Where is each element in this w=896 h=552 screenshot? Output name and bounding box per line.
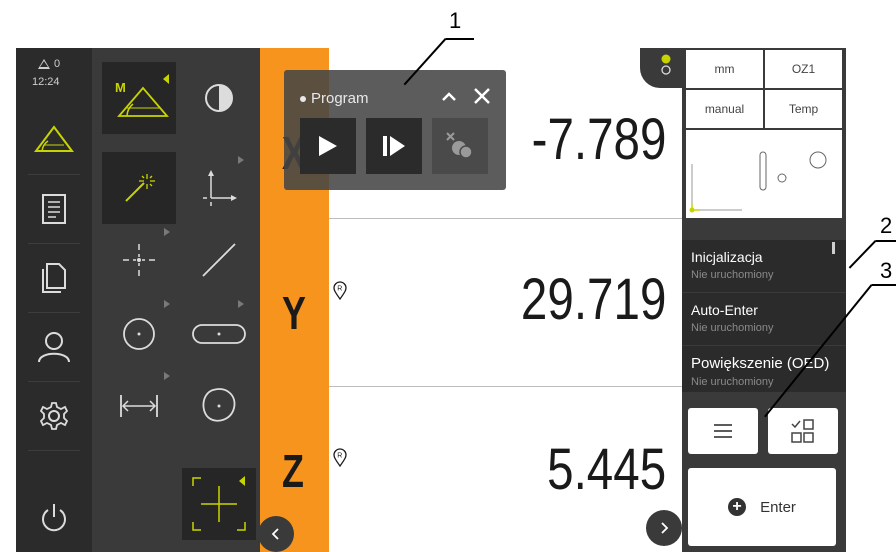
collapse-button[interactable] — [438, 86, 460, 108]
plus-circle-icon: + — [728, 498, 747, 516]
power-icon — [42, 504, 66, 532]
slot-icon — [192, 324, 246, 344]
unit-selector[interactable]: mm — [686, 50, 763, 88]
measure-menu-button[interactable] — [16, 106, 92, 174]
point-icon — [123, 244, 155, 276]
status-indicator-icon — [661, 54, 671, 75]
axis-label-z: Z — [282, 445, 304, 497]
power-button[interactable] — [16, 484, 92, 552]
distance-icon — [120, 395, 158, 417]
measure-icon — [34, 125, 74, 152]
coordinate-system-icon — [203, 170, 237, 206]
svg-text:R: R — [337, 286, 342, 293]
temperature-selector[interactable]: Temp — [765, 90, 842, 128]
magic-wand-icon — [125, 174, 155, 202]
point-tool[interactable] — [102, 224, 176, 296]
axis-value-x: -7.789 — [531, 107, 666, 172]
callout-1-line — [446, 38, 474, 40]
callout-3-line — [872, 284, 896, 286]
enter-button[interactable]: + Enter — [688, 468, 836, 546]
main-menu-sidebar: 0 12:24 — [16, 48, 92, 552]
reference-mark-icon: R — [332, 447, 348, 472]
gear-icon — [39, 402, 69, 430]
list-menu-button[interactable] — [688, 408, 758, 454]
step-item-initialization[interactable]: Inicjalizacja Nie uruchomiony — [682, 240, 846, 292]
app-screen: 0 12:24 M -7.789 Y R 29.719 Z R 5.445 Pr… — [0, 0, 896, 552]
stop-program-button[interactable] — [432, 118, 488, 174]
cancel-program-icon — [446, 132, 473, 159]
clock: 12:24 — [32, 76, 60, 88]
expand-inspector-button[interactable] — [646, 510, 682, 546]
menu-icon — [714, 424, 732, 438]
files-icon — [42, 263, 66, 293]
distance-tool[interactable] — [102, 370, 176, 442]
line-tool[interactable] — [182, 224, 256, 296]
document-icon — [42, 194, 66, 224]
axis-value-y: 29.719 — [520, 267, 666, 332]
play-icon — [319, 136, 337, 156]
warning-count: 0 — [54, 58, 61, 70]
axis-value-z: 5.445 — [546, 437, 666, 502]
tool-palette: M — [92, 48, 260, 552]
slot-tool[interactable] — [182, 298, 256, 370]
settings-button[interactable] — [16, 382, 92, 450]
close-icon — [474, 88, 490, 104]
chevron-right-icon — [661, 522, 669, 534]
chevron-left-icon — [271, 528, 279, 540]
chevron-up-icon — [442, 92, 456, 101]
user-login-button[interactable] — [16, 313, 92, 381]
manual-measure-icon: M — [115, 74, 169, 117]
crosshair-tool[interactable] — [182, 468, 256, 540]
reference-selector[interactable]: OZ1 — [765, 50, 842, 88]
view-layout-button[interactable] — [768, 408, 838, 454]
play-button[interactable] — [300, 118, 356, 174]
callout-2-line — [849, 240, 877, 269]
step-button[interactable] — [366, 118, 422, 174]
circle-tool[interactable] — [102, 298, 176, 370]
contrast-tool[interactable] — [182, 62, 256, 134]
reference-mark-icon: R — [332, 280, 348, 305]
close-button[interactable] — [470, 84, 494, 108]
callout-2-line — [876, 240, 896, 242]
manual-measuring-tool[interactable]: M — [102, 62, 176, 134]
program-control-popup: Program — [284, 70, 506, 190]
axis-label-y: Y — [282, 287, 306, 339]
program-title: Program — [300, 90, 369, 107]
coordinate-system-tool[interactable] — [182, 152, 256, 224]
scrollbar-thumb[interactable] — [832, 242, 835, 254]
file-management-button[interactable] — [16, 244, 92, 312]
line-icon — [202, 243, 236, 277]
callout-2: 2 — [880, 213, 893, 238]
collapse-palette-button[interactable] — [258, 516, 294, 552]
preview-geometry — [689, 151, 827, 213]
step-icon — [383, 136, 405, 156]
circle-icon — [123, 318, 155, 350]
blob-icon — [202, 388, 236, 422]
crosshair-icon — [192, 476, 246, 531]
status-dot-icon — [300, 96, 306, 103]
contrast-icon — [205, 84, 233, 112]
step-item-oed-zoom[interactable]: Powiększenie (OED) Nie uruchomiony — [682, 346, 846, 392]
user-icon — [38, 332, 70, 363]
inspector-top-tab[interactable] — [640, 48, 682, 88]
measure-report-button[interactable] — [16, 175, 92, 243]
layout-check-icon — [791, 419, 814, 443]
callout-1: 1 — [449, 8, 462, 33]
svg-text:M: M — [115, 80, 126, 95]
callout-3: 3 — [880, 258, 893, 283]
step-item-auto-enter[interactable]: Auto-Enter Nie uruchomiony — [682, 293, 846, 345]
warning-icon — [38, 59, 50, 69]
mode-selector[interactable]: manual — [686, 90, 763, 128]
feature-preview[interactable] — [686, 130, 842, 218]
svg-text:R: R — [337, 453, 342, 460]
measure-magic-wand-tool[interactable] — [102, 152, 176, 224]
free-contour-tool[interactable] — [182, 370, 256, 442]
